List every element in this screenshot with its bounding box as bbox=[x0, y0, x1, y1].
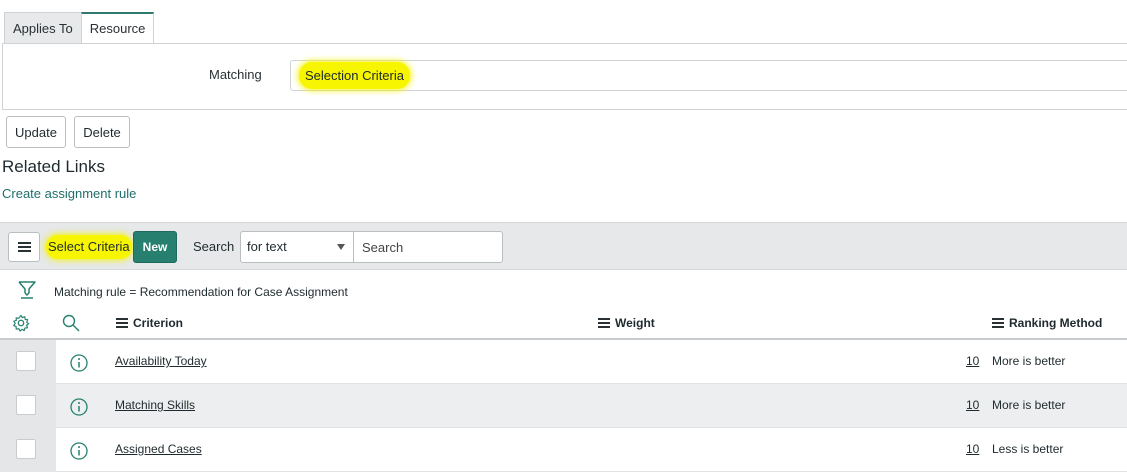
related-links-heading: Related Links bbox=[2, 157, 106, 176]
criterion-link[interactable]: Assigned Cases bbox=[115, 442, 202, 456]
weight-link[interactable]: 10 bbox=[966, 442, 979, 456]
info-circle-icon[interactable] bbox=[70, 442, 88, 460]
column-menu-icon bbox=[116, 318, 128, 328]
hamburger-menu-icon bbox=[17, 242, 31, 252]
form-tabs: Applies To Resource bbox=[4, 12, 155, 44]
table-row: Assigned Cases 10 Less is better bbox=[0, 428, 1127, 472]
new-button[interactable]: New bbox=[133, 231, 177, 263]
search-input[interactable] bbox=[353, 231, 503, 263]
funnel-filter-icon[interactable] bbox=[18, 280, 36, 300]
table-row: Availability Today 10 More is better bbox=[0, 340, 1127, 384]
list-title[interactable]: Select Criteria bbox=[46, 235, 132, 259]
info-circle-icon[interactable] bbox=[70, 354, 88, 372]
matching-field[interactable]: Selection Criteria bbox=[290, 60, 1127, 91]
update-button[interactable]: Update bbox=[6, 116, 66, 148]
info-circle-icon[interactable] bbox=[70, 398, 88, 416]
caret-down-icon bbox=[337, 244, 345, 250]
tab-resource[interactable]: Resource bbox=[80, 12, 155, 44]
weight-link[interactable]: 10 bbox=[966, 398, 979, 412]
search-field-select[interactable]: for text bbox=[240, 231, 354, 263]
create-assignment-rule-link[interactable]: Create assignment rule bbox=[2, 186, 136, 201]
weight-link[interactable]: 10 bbox=[966, 354, 979, 368]
row-checkbox[interactable] bbox=[16, 395, 36, 415]
magnifier-icon[interactable] bbox=[62, 314, 80, 332]
criterion-link[interactable]: Matching Skills bbox=[115, 398, 195, 412]
row-checkbox[interactable] bbox=[16, 439, 36, 459]
list-menu-button[interactable] bbox=[8, 232, 40, 262]
gear-icon[interactable] bbox=[12, 314, 30, 332]
column-menu-icon bbox=[992, 318, 1004, 328]
column-header-label: Criterion bbox=[133, 316, 184, 330]
row-checkbox[interactable] bbox=[16, 351, 36, 371]
search-label: Search bbox=[193, 239, 235, 254]
ranking-method-value: Less is better bbox=[992, 442, 1064, 456]
column-header-weight[interactable]: Weight bbox=[598, 316, 655, 330]
criterion-link[interactable]: Availability Today bbox=[115, 354, 207, 368]
matching-label: Matching bbox=[209, 67, 262, 82]
resource-tab-panel: Matching Selection Criteria bbox=[2, 43, 1127, 110]
ranking-method-value: More is better bbox=[992, 398, 1066, 412]
column-header-label: Ranking Method bbox=[1009, 316, 1103, 330]
delete-button[interactable]: Delete bbox=[74, 116, 130, 148]
matching-value: Selection Criteria bbox=[299, 62, 410, 89]
search-field-value: for text bbox=[247, 239, 287, 254]
list-header-row: Criterion Weight Ranking Method bbox=[0, 305, 1127, 340]
filter-breadcrumb[interactable]: Matching rule = Recommendation for Case … bbox=[54, 285, 348, 299]
column-header-criterion[interactable]: Criterion bbox=[116, 316, 183, 330]
table-row: Matching Skills 10 More is better bbox=[0, 384, 1127, 428]
ranking-method-value: More is better bbox=[992, 354, 1066, 368]
column-menu-icon bbox=[598, 318, 610, 328]
list-toolbar: Select Criteria New Search for text bbox=[0, 222, 1127, 270]
column-header-label: Weight bbox=[615, 316, 655, 330]
tab-applies-to[interactable]: Applies To bbox=[4, 12, 82, 44]
column-header-ranking-method[interactable]: Ranking Method bbox=[992, 316, 1102, 330]
